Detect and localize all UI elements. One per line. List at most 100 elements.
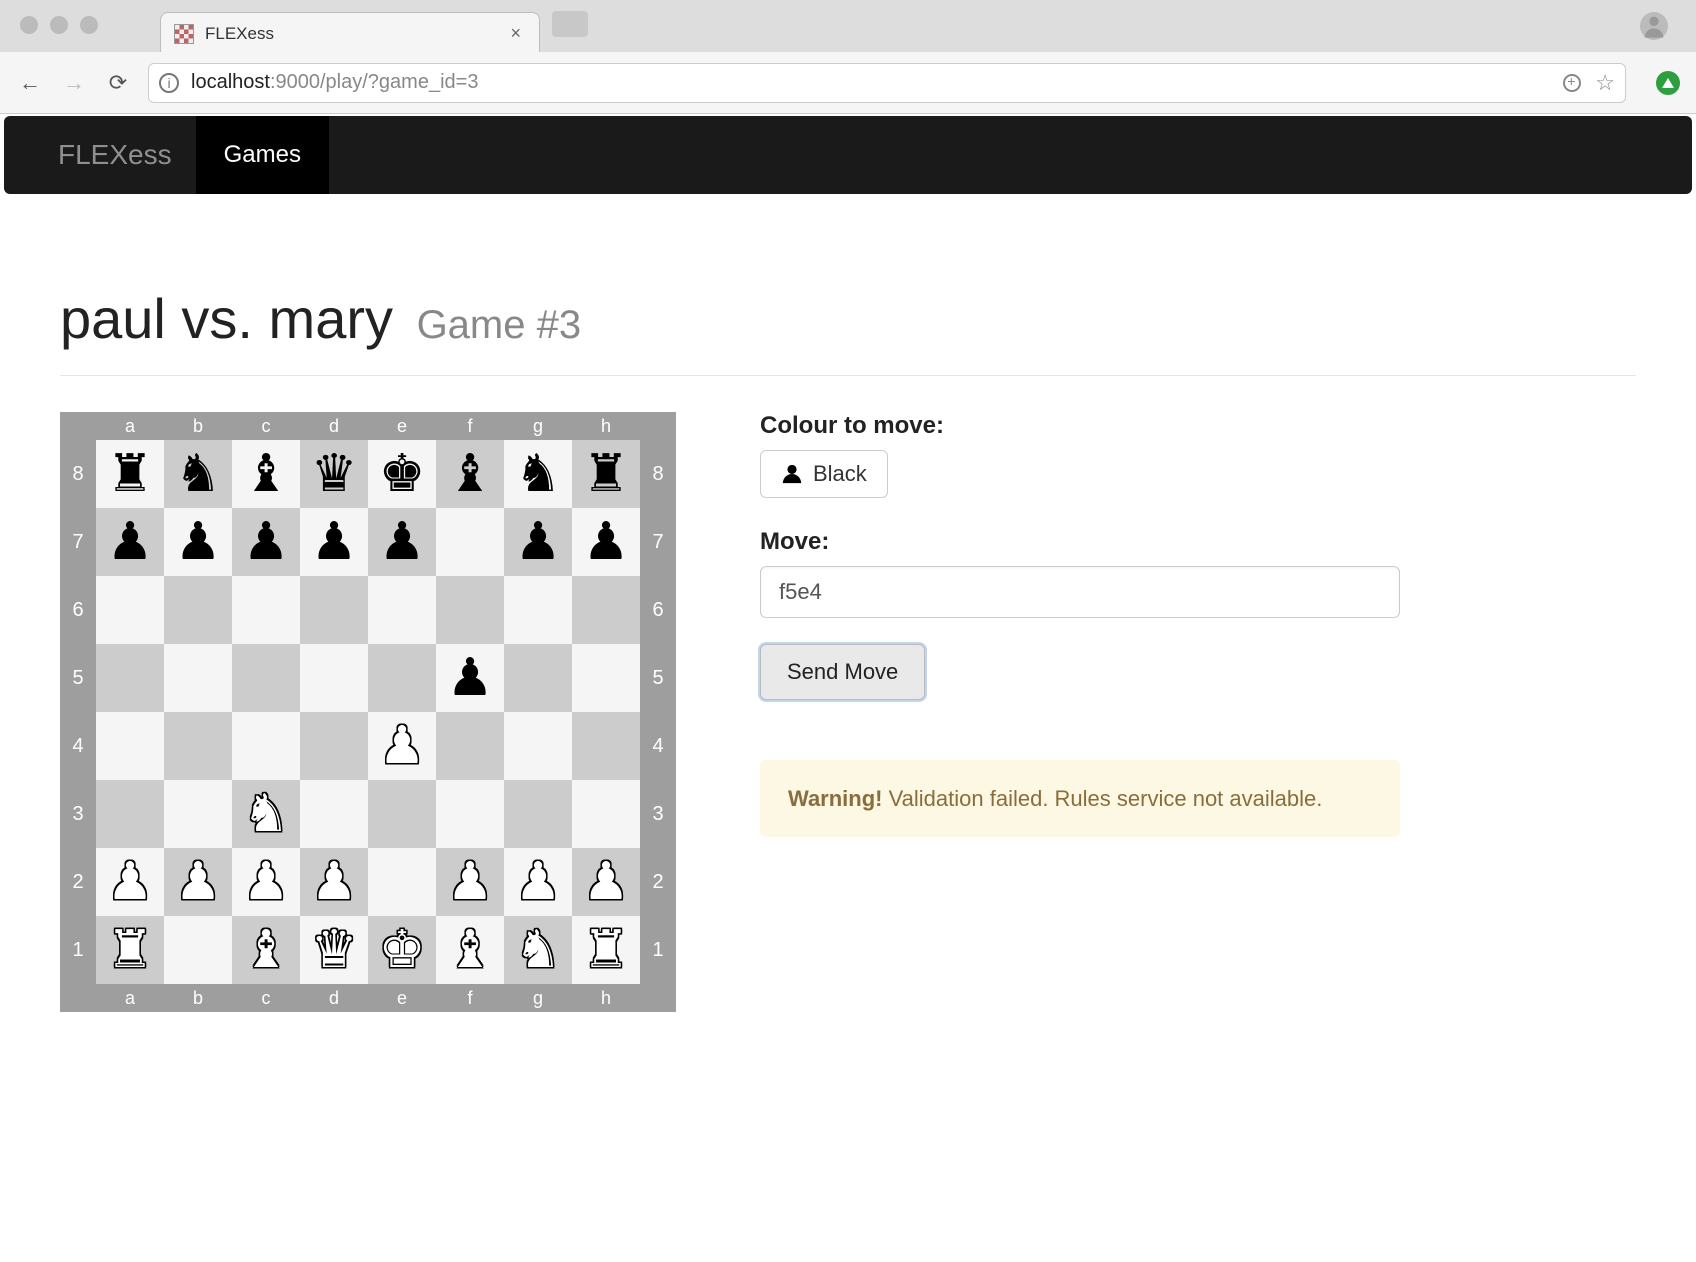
back-button[interactable]: ← (16, 70, 44, 96)
square-a5[interactable] (96, 644, 164, 712)
piece-bP[interactable]: ♟ (515, 512, 562, 572)
piece-bR[interactable]: ♜ (583, 444, 630, 504)
zoom-icon[interactable] (1563, 74, 1581, 92)
piece-bP[interactable]: ♟ (175, 512, 222, 572)
square-h4[interactable] (572, 712, 640, 780)
square-d2[interactable]: ♟ (300, 848, 368, 916)
square-d4[interactable] (300, 712, 368, 780)
window-max-dot[interactable] (80, 16, 98, 34)
site-info-icon[interactable]: i (159, 73, 179, 93)
piece-wQ[interactable]: ♛ (311, 920, 358, 980)
square-b7[interactable]: ♟ (164, 508, 232, 576)
browser-tab[interactable]: FLEXess × (160, 12, 540, 52)
square-g7[interactable]: ♟ (504, 508, 572, 576)
piece-wP[interactable]: ♟ (311, 852, 358, 912)
nav-item-games[interactable]: Games (196, 116, 329, 194)
square-b1[interactable] (164, 916, 232, 984)
square-d3[interactable] (300, 780, 368, 848)
chess-board[interactable]: abcdefgh8♜♞♝♛♚♝♞♜87♟♟♟♟♟♟♟7665♟54♟43♞32♟… (60, 412, 676, 1012)
piece-wN[interactable]: ♞ (515, 920, 562, 980)
piece-wR[interactable]: ♜ (107, 920, 154, 980)
square-g3[interactable] (504, 780, 572, 848)
square-d5[interactable] (300, 644, 368, 712)
profile-avatar-icon[interactable] (1640, 12, 1668, 40)
square-e7[interactable]: ♟ (368, 508, 436, 576)
window-controls[interactable] (20, 16, 98, 34)
square-c2[interactable]: ♟ (232, 848, 300, 916)
piece-wP[interactable]: ♟ (447, 852, 494, 912)
square-h5[interactable] (572, 644, 640, 712)
square-e8[interactable]: ♚ (368, 440, 436, 508)
square-f8[interactable]: ♝ (436, 440, 504, 508)
piece-wP[interactable]: ♟ (583, 852, 630, 912)
square-c8[interactable]: ♝ (232, 440, 300, 508)
square-b3[interactable] (164, 780, 232, 848)
square-c3[interactable]: ♞ (232, 780, 300, 848)
piece-wK[interactable]: ♚ (379, 920, 426, 980)
square-g1[interactable]: ♞ (504, 916, 572, 984)
square-f1[interactable]: ♝ (436, 916, 504, 984)
square-d1[interactable]: ♛ (300, 916, 368, 984)
square-d7[interactable]: ♟ (300, 508, 368, 576)
square-a6[interactable] (96, 576, 164, 644)
square-f4[interactable] (436, 712, 504, 780)
square-b5[interactable] (164, 644, 232, 712)
extension-icon[interactable] (1656, 71, 1680, 95)
square-b8[interactable]: ♞ (164, 440, 232, 508)
square-h1[interactable]: ♜ (572, 916, 640, 984)
square-f2[interactable]: ♟ (436, 848, 504, 916)
brand-link[interactable]: FLEXess (34, 116, 196, 194)
piece-bP[interactable]: ♟ (107, 512, 154, 572)
square-a7[interactable]: ♟ (96, 508, 164, 576)
reload-button[interactable]: ⟳ (104, 70, 132, 96)
square-a4[interactable] (96, 712, 164, 780)
square-g4[interactable] (504, 712, 572, 780)
square-h8[interactable]: ♜ (572, 440, 640, 508)
piece-bP[interactable]: ♟ (447, 648, 494, 708)
square-a2[interactable]: ♟ (96, 848, 164, 916)
piece-bK[interactable]: ♚ (379, 444, 426, 504)
square-g2[interactable]: ♟ (504, 848, 572, 916)
piece-bP[interactable]: ♟ (379, 512, 426, 572)
square-e5[interactable] (368, 644, 436, 712)
piece-wP[interactable]: ♟ (379, 716, 426, 776)
piece-bP[interactable]: ♟ (583, 512, 630, 572)
piece-wN[interactable]: ♞ (243, 784, 290, 844)
square-a1[interactable]: ♜ (96, 916, 164, 984)
square-b6[interactable] (164, 576, 232, 644)
square-e1[interactable]: ♚ (368, 916, 436, 984)
square-g8[interactable]: ♞ (504, 440, 572, 508)
square-f5[interactable]: ♟ (436, 644, 504, 712)
square-h7[interactable]: ♟ (572, 508, 640, 576)
square-e4[interactable]: ♟ (368, 712, 436, 780)
square-c1[interactable]: ♝ (232, 916, 300, 984)
send-move-button[interactable]: Send Move (760, 644, 925, 700)
bookmark-star-icon[interactable]: ☆ (1595, 70, 1615, 96)
piece-bP[interactable]: ♟ (243, 512, 290, 572)
window-min-dot[interactable] (50, 16, 68, 34)
square-h2[interactable]: ♟ (572, 848, 640, 916)
square-f3[interactable] (436, 780, 504, 848)
square-c5[interactable] (232, 644, 300, 712)
piece-bQ[interactable]: ♛ (311, 444, 358, 504)
move-input[interactable] (760, 566, 1400, 618)
square-f7[interactable] (436, 508, 504, 576)
square-g5[interactable] (504, 644, 572, 712)
square-a3[interactable] (96, 780, 164, 848)
square-g6[interactable] (504, 576, 572, 644)
square-h3[interactable] (572, 780, 640, 848)
window-close-dot[interactable] (20, 16, 38, 34)
piece-wB[interactable]: ♝ (243, 920, 290, 980)
piece-bB[interactable]: ♝ (243, 444, 290, 504)
piece-bR[interactable]: ♜ (107, 444, 154, 504)
piece-bP[interactable]: ♟ (311, 512, 358, 572)
square-f6[interactable] (436, 576, 504, 644)
square-b2[interactable]: ♟ (164, 848, 232, 916)
piece-wP[interactable]: ♟ (243, 852, 290, 912)
forward-button[interactable]: → (60, 70, 88, 96)
square-e2[interactable] (368, 848, 436, 916)
new-tab-button[interactable] (552, 11, 588, 37)
square-b4[interactable] (164, 712, 232, 780)
square-c7[interactable]: ♟ (232, 508, 300, 576)
square-d8[interactable]: ♛ (300, 440, 368, 508)
